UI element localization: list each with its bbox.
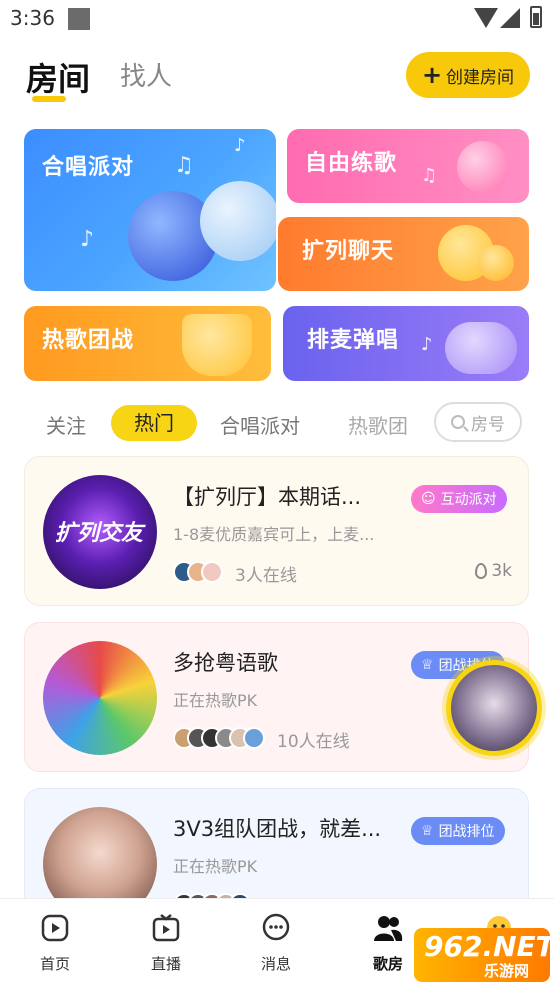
member-avatars bbox=[173, 727, 273, 749]
room-card[interactable]: 扩列交友 【扩列厅】本期话... ☺ 互动派对 1-8麦优质嘉宾可上，上麦...… bbox=[24, 456, 529, 606]
status-bar: 3:36 bbox=[0, 0, 554, 36]
status-time: 3:36 bbox=[10, 6, 55, 30]
room-type-badge: ♕ 团战排位 bbox=[411, 817, 505, 845]
tv-icon bbox=[152, 914, 180, 942]
emoji-face-icon bbox=[478, 245, 514, 281]
flame-icon bbox=[475, 563, 488, 579]
room-badge-label: 团战排位 bbox=[438, 824, 495, 840]
nav-label: 直播 bbox=[150, 955, 181, 973]
filter-chorus-party[interactable]: 合唱派对 bbox=[220, 410, 300, 439]
room-title: 【扩列厅】本期话... bbox=[173, 485, 362, 509]
create-room-label: 创建房间 bbox=[446, 67, 515, 88]
room-type-badge: ☺ 互动派对 bbox=[411, 485, 507, 513]
battery-icon bbox=[530, 6, 542, 28]
room-description: 正在热歌PK bbox=[173, 691, 258, 710]
member-avatar bbox=[243, 727, 265, 749]
music-note-icon: ♪ bbox=[80, 227, 95, 252]
room-description: 1-8麦优质嘉宾可上，上麦... bbox=[173, 525, 375, 544]
tab-people[interactable]: 找人 bbox=[120, 56, 172, 93]
wifi-icon bbox=[474, 8, 498, 28]
category-label: 自由练歌 bbox=[305, 151, 398, 176]
microphone-icon bbox=[457, 141, 509, 193]
category-hit-song-battle[interactable]: 热歌团战 bbox=[24, 306, 271, 381]
tab-active-indicator bbox=[32, 96, 66, 102]
nav-label: 歌房 bbox=[372, 955, 403, 973]
music-note-icon: ♫ bbox=[421, 165, 438, 186]
category-label: 扩列聊天 bbox=[302, 239, 395, 264]
room-heat-value: 3k bbox=[491, 561, 512, 581]
room-avatar: 扩列交友 bbox=[43, 475, 157, 589]
nav-song-rooms[interactable]: 歌房 bbox=[353, 913, 423, 974]
party-icon: ☺ bbox=[421, 491, 436, 507]
category-chorus-party[interactable]: 合唱派对 ♫ ♪ ♪ bbox=[24, 129, 276, 291]
search-icon bbox=[451, 415, 465, 429]
microphone-icon bbox=[200, 181, 276, 261]
nav-label: 首页 bbox=[39, 955, 70, 973]
music-note-icon: ♪ bbox=[421, 334, 433, 355]
room-search-placeholder: 房号 bbox=[471, 414, 505, 435]
online-count: 3人在线 bbox=[235, 566, 297, 586]
signal-icon bbox=[500, 8, 520, 28]
room-badge-label: 互动派对 bbox=[440, 492, 497, 508]
category-label: 合唱派对 bbox=[42, 155, 135, 180]
room-description: 正在热歌PK bbox=[173, 857, 258, 876]
online-count: 10人在线 bbox=[277, 732, 350, 752]
nav-messages[interactable]: 消息 bbox=[241, 913, 311, 974]
filter-hot[interactable]: 热门 bbox=[111, 405, 197, 441]
trophy-icon: ♕ bbox=[421, 657, 434, 673]
category-queue-sing[interactable]: 排麦弹唱 ♪ bbox=[283, 306, 529, 381]
floating-room-avatar[interactable] bbox=[446, 660, 542, 756]
room-number-search[interactable]: 房号 bbox=[434, 402, 522, 442]
filter-hit-songs[interactable]: 热歌团 bbox=[348, 410, 410, 439]
category-label: 热歌团战 bbox=[42, 328, 135, 353]
filter-following[interactable]: 关注 bbox=[46, 410, 86, 439]
watermark-brand: 962.NET bbox=[424, 930, 554, 963]
guitar-icon bbox=[445, 322, 517, 374]
category-make-friends-chat[interactable]: 扩列聊天 bbox=[278, 217, 529, 291]
notification-icon bbox=[68, 8, 90, 30]
nav-home[interactable]: 首页 bbox=[20, 913, 90, 974]
chat-bubble-icon bbox=[262, 913, 290, 941]
music-note-icon: ♪ bbox=[234, 135, 246, 156]
play-icon bbox=[41, 914, 69, 942]
tab-rooms[interactable]: 房间 bbox=[26, 54, 90, 100]
watermark-sub: 乐游网 bbox=[484, 962, 530, 980]
trophy-icon: ♕ bbox=[421, 823, 434, 839]
create-room-button[interactable]: + 创建房间 bbox=[406, 52, 530, 98]
plus-icon: + bbox=[421, 61, 443, 89]
people-icon bbox=[374, 916, 403, 941]
member-avatars bbox=[173, 561, 233, 583]
nav-live[interactable]: 直播 bbox=[131, 913, 201, 974]
nav-label: 消息 bbox=[260, 955, 291, 973]
room-avatar-text: 扩列交友 bbox=[55, 521, 144, 546]
category-label: 排麦弹唱 bbox=[307, 328, 400, 353]
room-heat: 3k bbox=[475, 561, 512, 581]
music-note-icon: ♫ bbox=[174, 153, 194, 178]
trophy-icon bbox=[182, 314, 252, 376]
member-avatar bbox=[201, 561, 223, 583]
category-free-practice[interactable]: 自由练歌 ♫ bbox=[287, 129, 529, 203]
room-title: 3V3组队团战，就差... bbox=[173, 817, 382, 841]
room-avatar bbox=[43, 641, 157, 755]
site-watermark: 962.NET 乐游网 bbox=[414, 928, 554, 982]
room-title: 多抢粤语歌 bbox=[173, 651, 278, 675]
